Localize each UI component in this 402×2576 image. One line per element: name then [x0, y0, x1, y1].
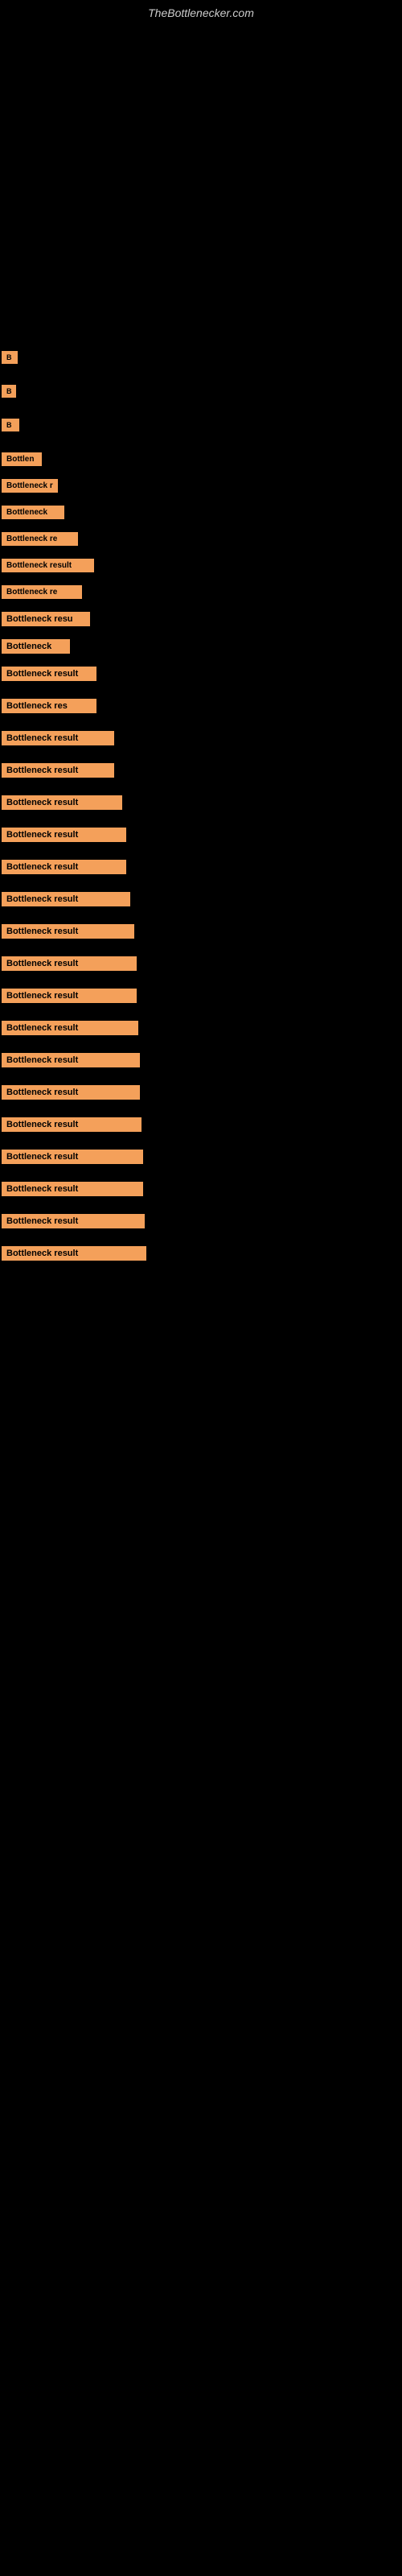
result-item-28: Bottleneck result [2, 1179, 402, 1199]
result-item-5: Bottleneck r [2, 476, 402, 496]
result-item-12: Bottleneck result [2, 663, 402, 684]
result-item-10: Bottleneck resu [2, 609, 402, 630]
result-item-1: B [2, 348, 402, 367]
result-label-28: Bottleneck result [2, 1182, 143, 1196]
site-title: TheBottlenecker.com [0, 0, 402, 26]
result-label-10: Bottleneck resu [2, 612, 90, 626]
result-label-5: Bottleneck r [2, 479, 58, 493]
result-item-8: Bottleneck result [2, 555, 402, 576]
result-label-26: Bottleneck result [2, 1117, 142, 1132]
result-item-2: B [2, 382, 402, 401]
result-item-6: Bottleneck [2, 502, 402, 522]
result-label-7: Bottleneck re [2, 532, 78, 546]
result-item-18: Bottleneck result [2, 857, 402, 877]
result-item-21: Bottleneck result [2, 953, 402, 974]
result-item-22: Bottleneck result [2, 985, 402, 1006]
result-label-27: Bottleneck result [2, 1150, 143, 1164]
result-label-1: B [2, 351, 18, 364]
result-item-13: Bottleneck res [2, 696, 402, 716]
result-item-17: Bottleneck result [2, 824, 402, 845]
results-container: B B B Bottlen Bottleneck r Bottleneck Bottlene… [0, 348, 402, 1275]
result-item-19: Bottleneck result [2, 889, 402, 910]
result-label-11: Bottleneck [2, 639, 70, 654]
result-label-6: Bottleneck [2, 506, 64, 519]
result-label-19: Bottleneck result [2, 892, 130, 906]
result-item-7: Bottleneck re [2, 529, 402, 549]
result-item-24: Bottleneck result [2, 1050, 402, 1071]
result-item-30: Bottleneck result [2, 1243, 402, 1264]
result-item-3: B [2, 415, 402, 435]
result-item-25: Bottleneck result [2, 1082, 402, 1103]
result-item-29: Bottleneck result [2, 1211, 402, 1232]
result-item-15: Bottleneck result [2, 760, 402, 781]
result-label-4: Bottlen [2, 452, 42, 466]
result-label-21: Bottleneck result [2, 956, 137, 971]
result-label-18: Bottleneck result [2, 860, 126, 874]
result-item-26: Bottleneck result [2, 1114, 402, 1135]
result-label-3: B [2, 419, 19, 431]
result-label-12: Bottleneck result [2, 667, 96, 681]
result-label-30: Bottleneck result [2, 1246, 146, 1261]
result-label-24: Bottleneck result [2, 1053, 140, 1067]
result-label-25: Bottleneck result [2, 1085, 140, 1100]
chart-area [0, 26, 402, 348]
result-label-23: Bottleneck result [2, 1021, 138, 1035]
result-item-23: Bottleneck result [2, 1018, 402, 1038]
result-label-20: Bottleneck result [2, 924, 134, 939]
result-label-22: Bottleneck result [2, 989, 137, 1003]
result-item-16: Bottleneck result [2, 792, 402, 813]
result-item-9: Bottleneck re [2, 582, 402, 602]
result-label-14: Bottleneck result [2, 731, 114, 745]
result-item-27: Bottleneck result [2, 1146, 402, 1167]
result-label-15: Bottleneck result [2, 763, 114, 778]
result-item-14: Bottleneck result [2, 728, 402, 749]
result-label-8: Bottleneck result [2, 559, 94, 572]
site-header: TheBottlenecker.com [0, 0, 402, 26]
result-label-13: Bottleneck res [2, 699, 96, 713]
result-label-2: B [2, 385, 16, 398]
result-label-17: Bottleneck result [2, 828, 126, 842]
result-label-9: Bottleneck re [2, 585, 82, 599]
result-item-20: Bottleneck result [2, 921, 402, 942]
result-label-29: Bottleneck result [2, 1214, 145, 1228]
result-item-11: Bottleneck [2, 636, 402, 657]
result-label-16: Bottleneck result [2, 795, 122, 810]
result-item-4: Bottlen [2, 449, 402, 469]
